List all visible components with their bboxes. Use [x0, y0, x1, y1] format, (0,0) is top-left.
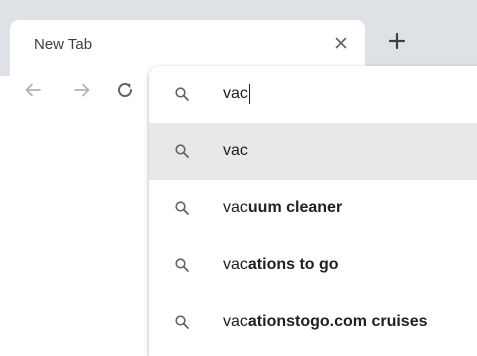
suggestion-text: vacuum cleaner: [223, 197, 342, 219]
search-icon: [174, 86, 190, 102]
omnibox[interactable]: vac: [149, 66, 477, 123]
suggestion-completion: ationstogo.com cruises: [247, 313, 428, 330]
tab-strip: New Tab: [0, 0, 477, 76]
suggestion-text: vacationstogo.com cruises: [223, 311, 428, 333]
omnibox-dropdown: vac vac vacuum cleaner vacations to go v…: [149, 66, 477, 356]
suggestion-item[interactable]: vacationstogo.com cruises: [149, 294, 477, 351]
suggestion-text: vacations to go: [223, 254, 339, 276]
tab-title: New Tab: [34, 36, 93, 53]
reload-icon[interactable]: [113, 78, 137, 102]
suggestion-item[interactable]: vac: [149, 123, 477, 180]
close-icon[interactable]: [330, 32, 352, 54]
suggestion-item[interactable]: vacations to go: [149, 237, 477, 294]
text-caret: [248, 84, 250, 104]
suggestion-typed: vac: [223, 142, 248, 159]
arrow-left-icon[interactable]: [21, 78, 45, 102]
suggestion-typed: vac: [223, 199, 248, 216]
suggestion-item[interactable]: vacuum cleaner: [149, 180, 477, 237]
suggestion-text: vac: [223, 140, 248, 162]
suggestion-completion: uum cleaner: [247, 199, 343, 216]
search-icon: [174, 200, 190, 216]
suggestion-typed: vac: [223, 256, 248, 273]
search-icon: [174, 257, 190, 273]
suggestion-completion: ations to go: [247, 256, 339, 273]
search-icon: [174, 314, 190, 330]
search-icon: [174, 143, 190, 159]
plus-icon[interactable]: [384, 28, 410, 54]
omnibox-value: vac: [223, 85, 248, 102]
omnibox-input[interactable]: vac: [223, 83, 250, 105]
suggestion-list: vac vacuum cleaner vacations to go vacat…: [149, 123, 477, 351]
arrow-right-icon[interactable]: [70, 78, 94, 102]
suggestion-typed: vac: [223, 313, 248, 330]
